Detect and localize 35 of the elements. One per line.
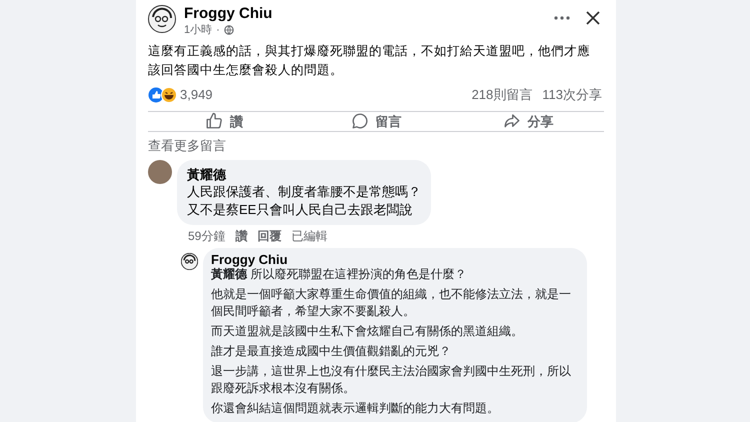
- comment-text-line: 人民跟保護者、制度者靠腰不是常態嗎？: [187, 182, 421, 200]
- post-action-button[interactable]: 留言: [300, 112, 452, 131]
- reaction-icons[interactable]: [148, 86, 178, 103]
- comment-text-line: 又不是蔡EE只會叫人民自己去跟老闆說: [187, 200, 414, 218]
- avatar-placeholder: [148, 160, 172, 184]
- edited-label: 已編輯: [291, 228, 328, 244]
- comment-time[interactable]: 59分鐘: [188, 228, 226, 244]
- reply-paragraph: 退一步講，這世界上也沒有什麼民主法治國家會判國中生死刑，所以跟廢死訴求根本沒有關係。: [211, 362, 572, 396]
- reply-paragraph: 他就是一個呼籲大家尊重生命價值的組織，也不能修法立法，就是一個民間呼籲者，希望大家不要亂殺人。: [211, 286, 572, 320]
- replier-name[interactable]: Froggy Chiu: [211, 252, 575, 266]
- reaction-count[interactable]: 3,949: [180, 85, 213, 104]
- post-time[interactable]: 1小時: [184, 23, 212, 37]
- separator-dot: ·: [216, 23, 220, 37]
- reply-link[interactable]: 回覆: [257, 228, 282, 244]
- reply-paragraph: 你還會糾結這個問題就表示邏輯判斷的能力大有問題。: [211, 400, 500, 416]
- more-options-icon[interactable]: [554, 16, 570, 20]
- shares-count[interactable]: 113次分享: [542, 85, 602, 104]
- comments-count[interactable]: 218則留言: [472, 85, 532, 104]
- post-action-button[interactable]: 分享: [452, 112, 604, 131]
- post-action-button[interactable]: 讚: [148, 112, 300, 131]
- cartoon-avatar-icon: [148, 5, 176, 33]
- speech-bubble-icon: [350, 112, 368, 130]
- reply-paragraph: 而天道盟就是該國中生私下會炫耀自己有關係的黑道組織。: [211, 322, 524, 340]
- commenter-name[interactable]: 黃耀德: [187, 166, 421, 182]
- like-link[interactable]: 讚: [235, 228, 248, 244]
- reply-paragraph: 誰才是最直接造成國中生價值觀錯亂的元兇？: [211, 342, 452, 360]
- view-more-comments-link[interactable]: 查看更多留言: [148, 136, 226, 156]
- thumbs-up-icon: [205, 112, 223, 130]
- globe-icon: [224, 25, 234, 35]
- post-text: 這麼有正義感的話，與其打爆廢死聯盟的電話，不如打給天道盟吧，他們才應該回答國中生怎麼會殺人的問題。: [148, 43, 591, 79]
- share-arrow-icon: [502, 112, 520, 130]
- close-icon[interactable]: [586, 11, 600, 25]
- author-name[interactable]: Froggy Chiu: [184, 5, 272, 23]
- reply-paragraph: 黃耀德 所以廢死聯盟在這裡扮演的角色是什麼？: [211, 266, 468, 282]
- cartoon-avatar-icon: [181, 252, 198, 270]
